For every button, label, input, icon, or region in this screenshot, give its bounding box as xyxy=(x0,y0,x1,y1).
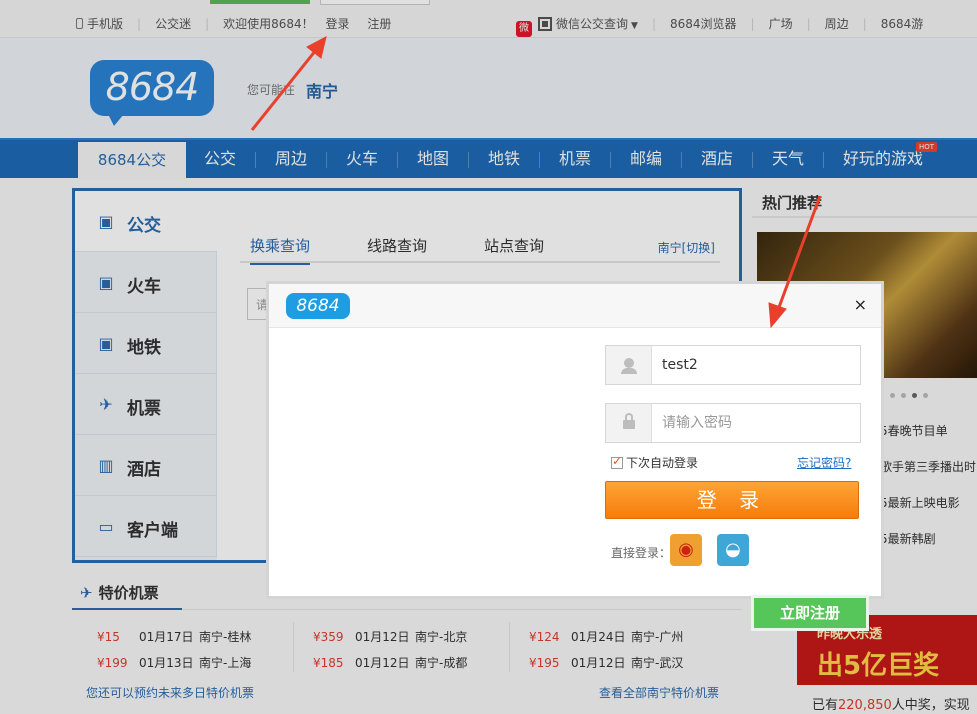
modal-header: 8684 × xyxy=(269,284,881,328)
forgot-password-link[interactable]: 忘记密码? xyxy=(797,454,851,471)
password-input[interactable] xyxy=(662,413,852,433)
remember-label: 下次自动登录 xyxy=(626,456,699,470)
close-icon[interactable]: × xyxy=(854,295,867,314)
direct-login-label: 直接登录： xyxy=(611,546,672,560)
login-modal: 8684 × 下次自动登录 忘记密码? 登 录 直接登录： ◉ ◒ xyxy=(266,281,884,599)
username-input[interactable] xyxy=(662,355,852,375)
register-button[interactable]: 立即注册 xyxy=(751,595,869,631)
remember-checkbox[interactable] xyxy=(611,454,623,469)
password-field[interactable] xyxy=(605,403,861,443)
login-button[interactable]: 登 录 xyxy=(605,481,859,519)
modal-logo: 8684 xyxy=(286,293,350,319)
user-icon xyxy=(606,346,652,384)
username-field[interactable] xyxy=(605,345,861,385)
weibo-login-icon[interactable]: ◉ xyxy=(670,534,702,566)
qq-icon[interactable]: ◒ xyxy=(717,534,749,566)
lock-icon xyxy=(606,404,652,442)
remember-me[interactable]: 下次自动登录 xyxy=(611,454,698,471)
